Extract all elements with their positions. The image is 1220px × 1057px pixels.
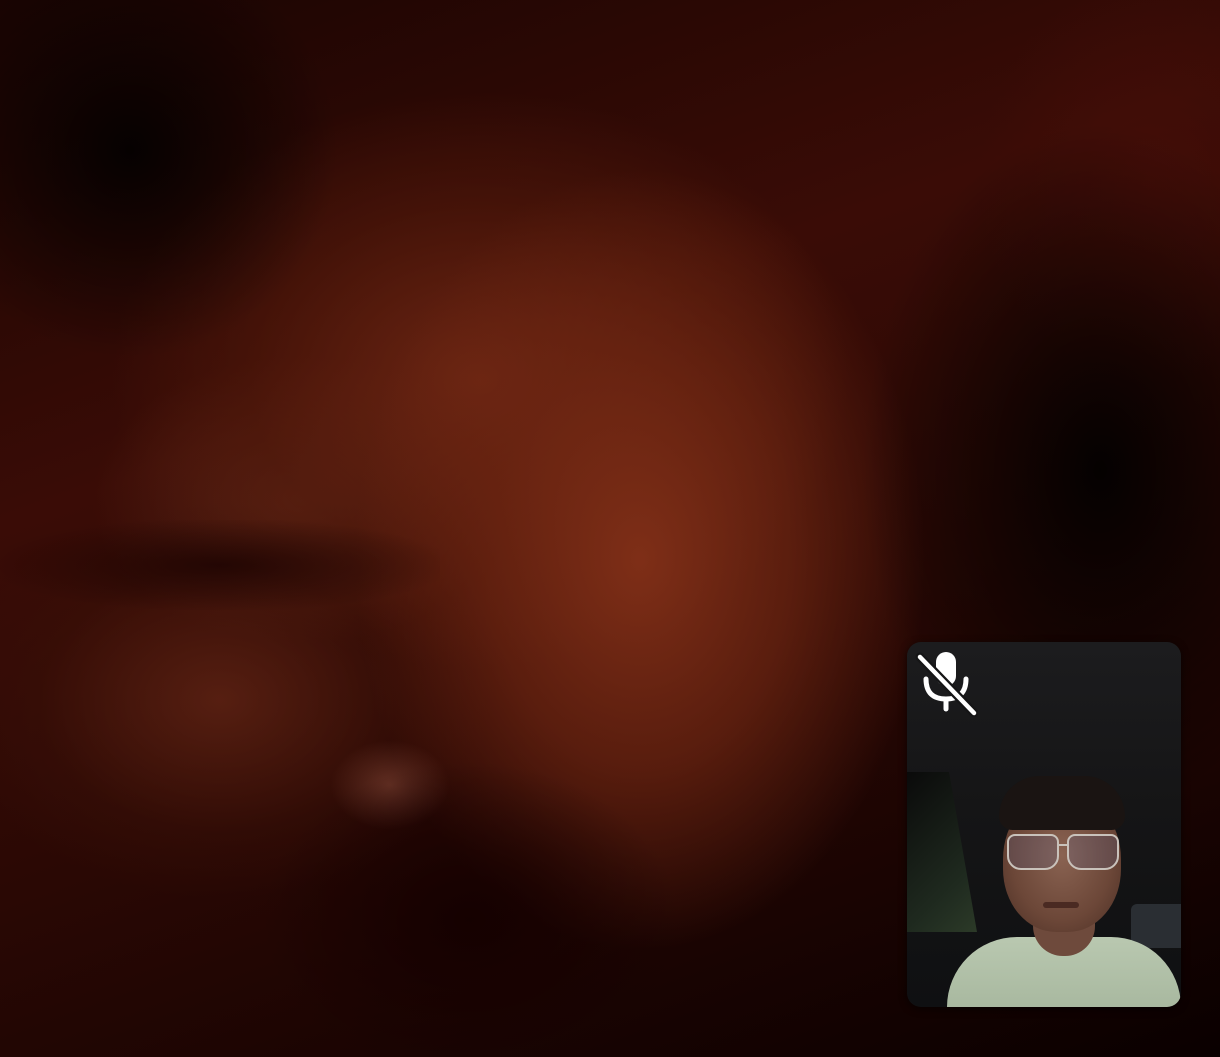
person-hair bbox=[999, 776, 1125, 830]
video-call-screen bbox=[0, 0, 1220, 1057]
person-glasses bbox=[1005, 834, 1121, 870]
glasses-lens bbox=[1007, 834, 1059, 870]
remote-video-shadow bbox=[0, 0, 340, 360]
self-view-video-tile[interactable] bbox=[907, 642, 1181, 1007]
microphone-muted-icon-svg bbox=[915, 652, 978, 717]
person-mouth bbox=[1043, 902, 1079, 908]
self-view-person bbox=[947, 762, 1181, 1007]
remote-video-shadow bbox=[0, 520, 440, 610]
glasses-lens bbox=[1067, 834, 1119, 870]
microphone-muted-icon bbox=[913, 648, 979, 718]
remote-video-shadow bbox=[260, 760, 680, 1057]
